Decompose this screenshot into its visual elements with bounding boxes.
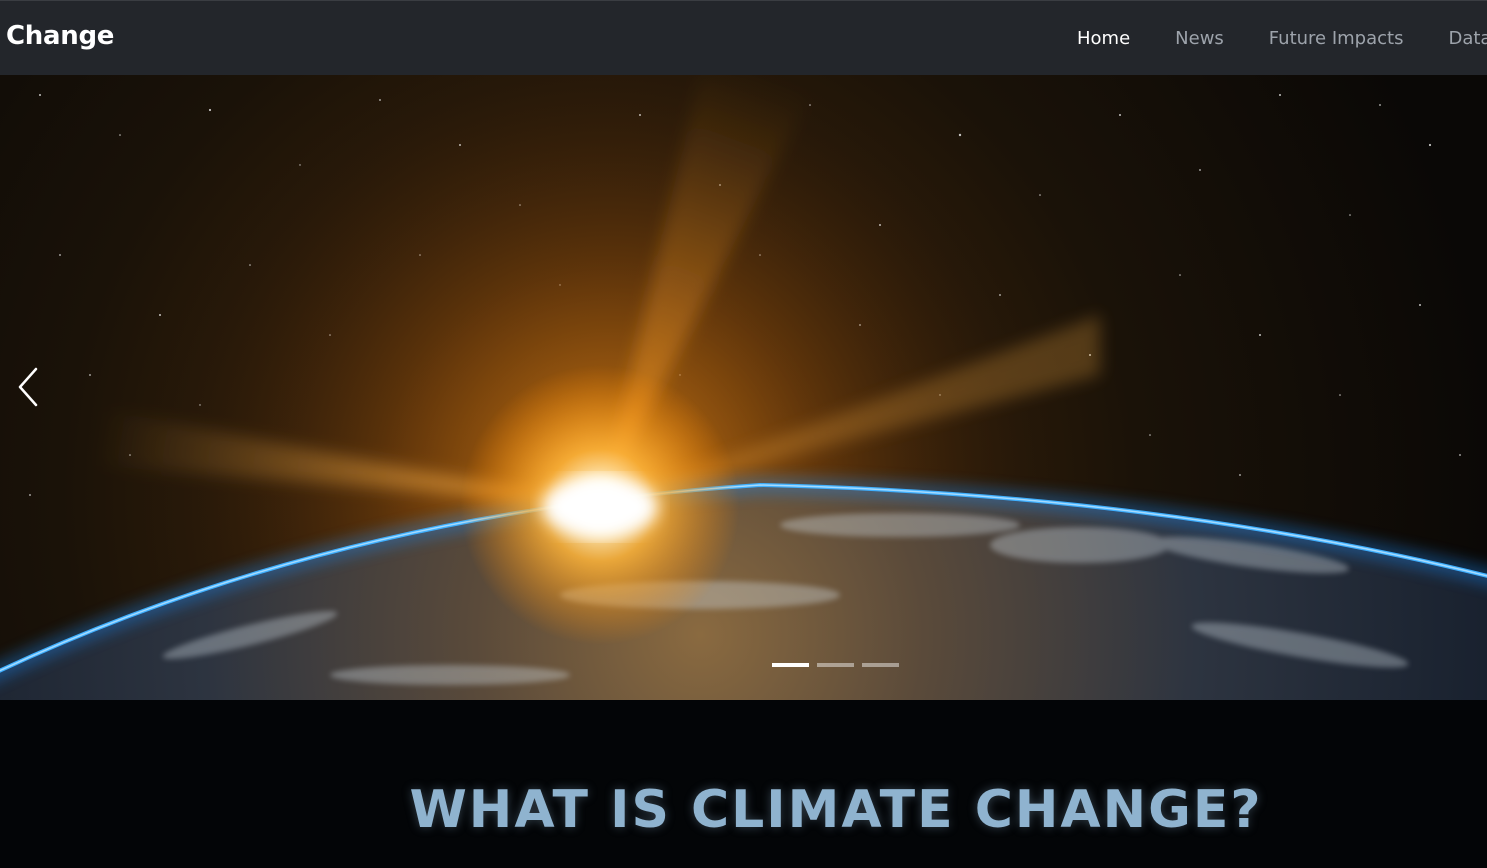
carousel-indicators [772,663,899,667]
navbar: Change Home News Future Impacts Data [0,0,1487,75]
nav-links: Home News Future Impacts Data [1077,28,1487,49]
nav-link-future-impacts[interactable]: Future Impacts [1269,28,1404,49]
brand-logo[interactable]: Change [6,21,114,51]
hero-carousel [0,75,1487,700]
section-title: WHAT IS CLIMATE CHANGE? [409,780,1263,840]
carousel-prev-button[interactable] [12,363,48,411]
carousel-indicator-1[interactable] [772,663,809,667]
intro-section: WHAT IS CLIMATE CHANGE? [0,700,1487,868]
earth-sunrise-image [0,75,1487,700]
nav-link-data[interactable]: Data [1448,28,1487,49]
nav-link-news[interactable]: News [1175,28,1224,49]
carousel-indicator-2[interactable] [817,663,854,667]
chevron-left-icon [18,367,38,407]
nav-link-home[interactable]: Home [1077,28,1130,49]
carousel-indicator-3[interactable] [862,663,899,667]
